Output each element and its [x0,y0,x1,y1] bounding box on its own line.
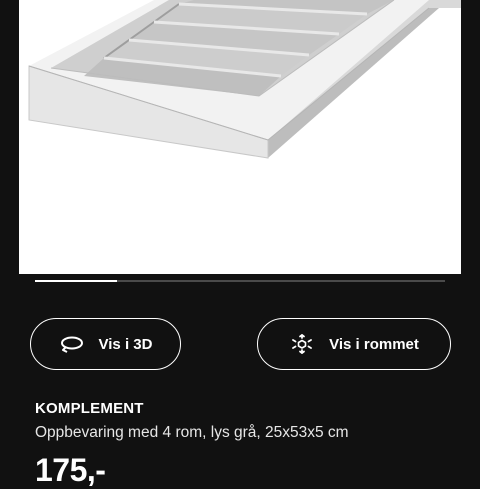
rotate-3d-icon [59,331,85,357]
product-image[interactable] [19,0,461,274]
gallery-progress-bar[interactable] [35,280,445,282]
product-name[interactable]: KOMPLEMENT [35,400,144,417]
storage-tray-illustration [28,0,461,159]
ar-cube-icon [289,331,315,357]
product-price: 175,- [35,452,106,488]
view-in-room-button[interactable]: Vis i rommet [257,318,451,370]
view-3d-label: Vis i 3D [98,335,153,353]
product-description: Oppbevaring med 4 rom, lys grå, 25x53x5 … [35,424,349,441]
view-in-room-label: Vis i rommet [329,335,419,353]
view-3d-button[interactable]: Vis i 3D [30,318,181,370]
gallery-progress-fill [35,280,117,282]
